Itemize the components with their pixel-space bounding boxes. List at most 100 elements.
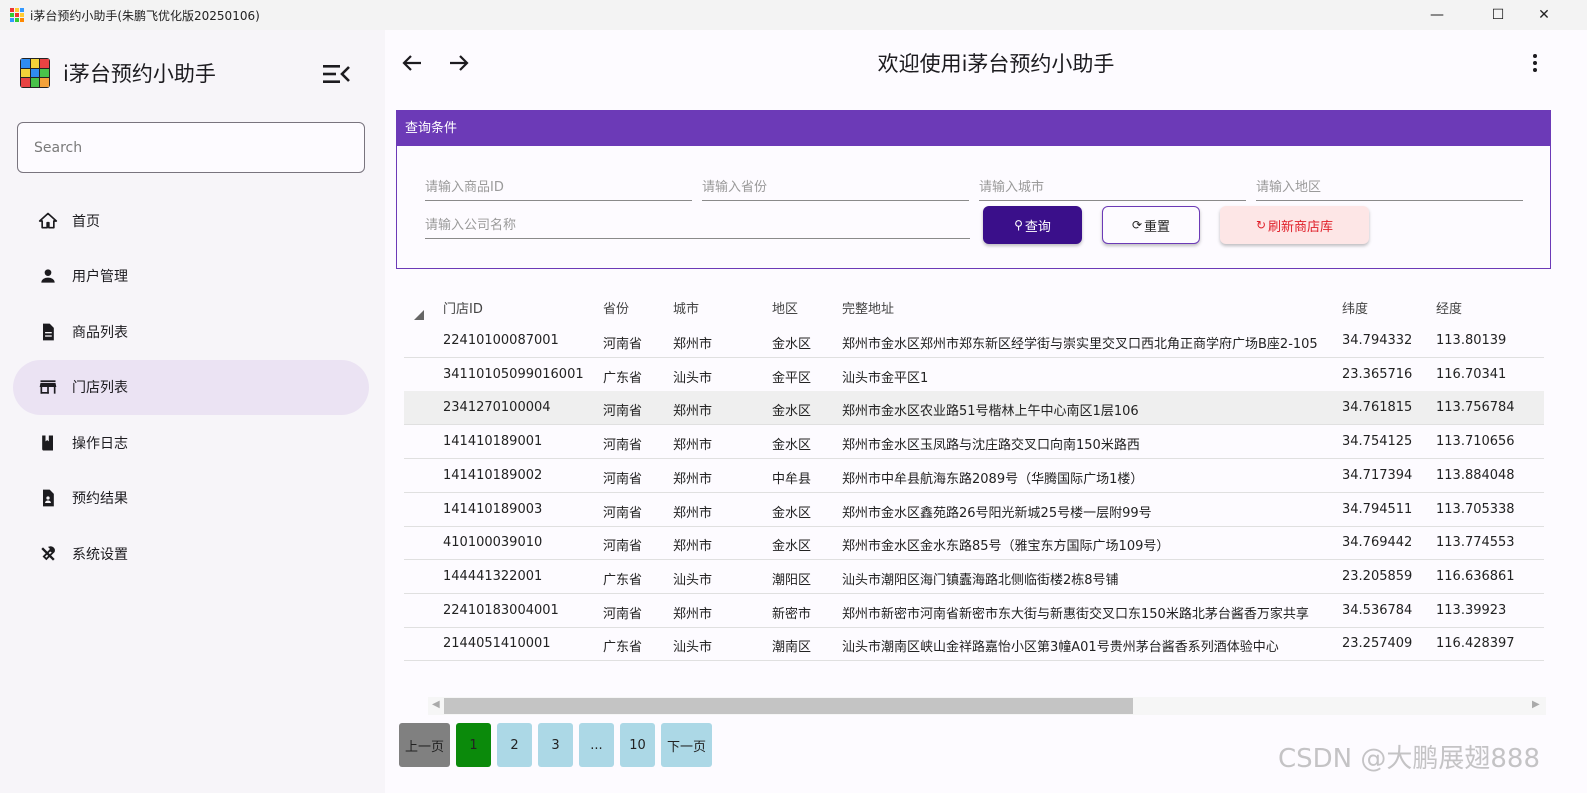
column-header-province[interactable]: 省份 [603,298,629,317]
pagination: 上一页 1 2 3 ... 10 下一页 [399,723,712,767]
cell-province: 河南省 [603,505,643,521]
menu-collapse-icon[interactable] [322,62,350,86]
page-title: 欢迎使用i茅台预约小助手 [877,52,1115,76]
prev-page-button[interactable]: 上一页 [399,723,450,767]
cell-store-id: 410100039010 [443,535,543,551]
cell-longitude: 116.428397 [1436,636,1515,652]
sidebar-item-results[interactable]: 预约结果 [13,471,369,526]
sidebar-item-label: 门店列表 [72,380,128,396]
cell-address: 汕头市潮南区峡山金祥路嘉怡小区第3幢A01号贵州茅台酱香系列酒体验中心 [842,640,1279,656]
cell-longitude: 113.884048 [1436,467,1515,483]
product-id-input[interactable] [425,175,692,201]
cell-city: 汕头市 [673,572,713,588]
district-input[interactable] [1256,175,1523,201]
cell-latitude: 34.794332 [1342,333,1413,348]
sidebar-item-label: 用户管理 [72,269,128,285]
sidebar-item-stores[interactable]: 门店列表 [13,359,369,415]
cell-store-id: 2144051410001 [443,636,551,652]
horizontal-scrollbar[interactable]: ◀ ▶ [428,697,1546,715]
cell-province: 河南省 [603,606,643,622]
cell-store-id: 34110105099016001 [443,366,584,382]
table-row[interactable]: 22410100087001 河南省 郑州市 金水区 郑州市金水区郑州市郑东新区经学街与… [404,324,1544,358]
cell-city: 汕头市 [673,370,713,386]
sidebar-item-logs[interactable]: 操作日志 [13,415,369,470]
cell-longitude: 113.774553 [1436,535,1515,551]
cell-district: 金水区 [772,505,812,521]
refresh-store-button[interactable]: ↻ 刷新商店库 [1220,206,1369,244]
search-input[interactable] [17,122,365,173]
search-button[interactable]: ⚲ 查询 [983,206,1082,244]
page-button-3[interactable]: 3 [538,723,573,767]
report-icon [43,489,54,507]
scroll-left-icon[interactable]: ◀ [432,699,440,710]
sidebar-item-products[interactable]: 商品列表 [13,304,369,359]
top-bar: 欢迎使用i茅台预约小助手 [385,30,1587,94]
page-button-1[interactable]: 1 [456,723,491,767]
cell-latitude: 34.794511 [1342,501,1413,517]
rubik-cube-logo-icon [20,58,50,88]
cell-city: 汕头市 [673,640,713,656]
cell-province: 河南省 [603,471,643,487]
sidebar-item-settings[interactable]: 系统设置 [13,526,369,581]
cell-address: 郑州市新密市河南省新密市东大街与新惠街交叉口东150米路北茅台酱香万家共享 [842,606,1309,622]
query-panel: 查询条件 ⚲ 查询 ⟳ 重置 ↻ 刷新商店库 [396,110,1551,269]
column-header-longitude[interactable]: 经度 [1436,298,1462,317]
window-title: i茅台预约小助手(朱鹏飞优化版20250106) [30,8,260,23]
reset-button[interactable]: ⟳ 重置 [1102,206,1200,244]
app-icon [10,8,24,22]
next-page-button[interactable]: 下一页 [661,723,712,767]
column-header-store-id[interactable]: 门店ID [443,298,483,317]
page-button-2[interactable]: 2 [497,723,532,767]
home-icon [38,212,58,228]
table-row[interactable]: 141410189001 河南省 郑州市 金水区 郑州市金水区玉凤路与沈庄路交叉口向南1… [404,425,1544,460]
page-ellipsis-button[interactable]: ... [579,723,614,767]
cell-address: 郑州市金水区玉凤路与沈庄路交叉口向南150米路西 [842,438,1140,454]
cell-store-id: 22410183004001 [443,602,559,618]
cell-latitude: 34.536784 [1342,602,1413,618]
page-button-10[interactable]: 10 [620,723,655,767]
close-button[interactable]: ✕ [1521,0,1567,30]
cell-longitude: 113.39923 [1436,602,1507,618]
cell-store-id: 144441322001 [443,568,543,584]
maximize-button[interactable]: ☐ [1475,0,1521,30]
table-row[interactable]: 141410189003 河南省 郑州市 金水区 郑州市金水区鑫苑路26号阳光新城25号… [404,493,1544,527]
table-row[interactable]: 34110105099016001 广东省 汕头市 金平区 汕头市金平区1 23.3657… [404,358,1544,392]
sidebar-item-label: 操作日志 [72,435,128,452]
sidebar-item-users[interactable]: 用户管理 [13,249,369,304]
sidebar-item-label: 系统设置 [72,546,128,563]
person-icon [41,269,55,283]
reset-button-label: 重置 [1144,219,1171,235]
store-table: 门店ID 省份 城市 地区 完整地址 纬度 经度 22410100087001 河… [404,288,1544,662]
scrollbar-thumb[interactable] [444,698,1133,714]
province-input[interactable] [702,175,969,201]
more-vert-icon[interactable] [1525,52,1545,74]
sidebar-item-label: 首页 [72,213,100,230]
table-row[interactable]: 410100039010 河南省 郑州市 金水区 郑州市金水区金水东路85号（雅宝东方国… [404,526,1544,561]
cell-longitude: 113.705338 [1436,501,1515,517]
column-header-city[interactable]: 城市 [673,298,699,317]
city-input[interactable] [979,175,1246,201]
query-panel-title: 查询条件 [397,111,1550,146]
column-header-address[interactable]: 完整地址 [842,298,894,317]
table-row[interactable]: 144441322001 广东省 汕头市 潮阳区 汕头市潮阳区海门镇蠹海路北侧临街楼2栋… [404,560,1544,594]
table-row[interactable]: 2341270100004 河南省 郑州市 金水区 郑州市金水区农业路51号楷林上午中心… [404,391,1544,426]
table-row[interactable]: 22410183004001 河南省 郑州市 新密市 郑州市新密市河南省新密市东大街与新… [404,594,1544,628]
cell-province: 广东省 [603,640,643,656]
table-row[interactable]: 2144051410001 广东省 汕头市 潮南区 汕头市潮南区峡山金祥路嘉怡小区第3幢… [404,627,1544,662]
select-all-corner-icon[interactable] [414,310,424,320]
cell-city: 郑州市 [673,505,713,521]
company-name-input[interactable] [425,213,970,239]
table-row[interactable]: 141410189002 河南省 郑州市 中牟县 郑州市中牟县航海东路2089号（华腾国… [404,459,1544,493]
cell-latitude: 34.754125 [1342,434,1413,450]
cell-longitude: 113.710656 [1436,434,1515,450]
cell-city: 郑州市 [673,438,713,454]
column-header-district[interactable]: 地区 [772,298,798,317]
cell-district: 中牟县 [772,471,812,487]
cell-district: 潮南区 [772,640,812,656]
sidebar-item-home[interactable]: 首页 [13,193,369,248]
tools-icon [41,545,55,561]
scroll-right-icon[interactable]: ▶ [1532,699,1540,710]
minimize-button[interactable]: — [1414,0,1460,30]
cell-latitude: 34.717394 [1342,467,1413,483]
column-header-latitude[interactable]: 纬度 [1342,298,1368,317]
